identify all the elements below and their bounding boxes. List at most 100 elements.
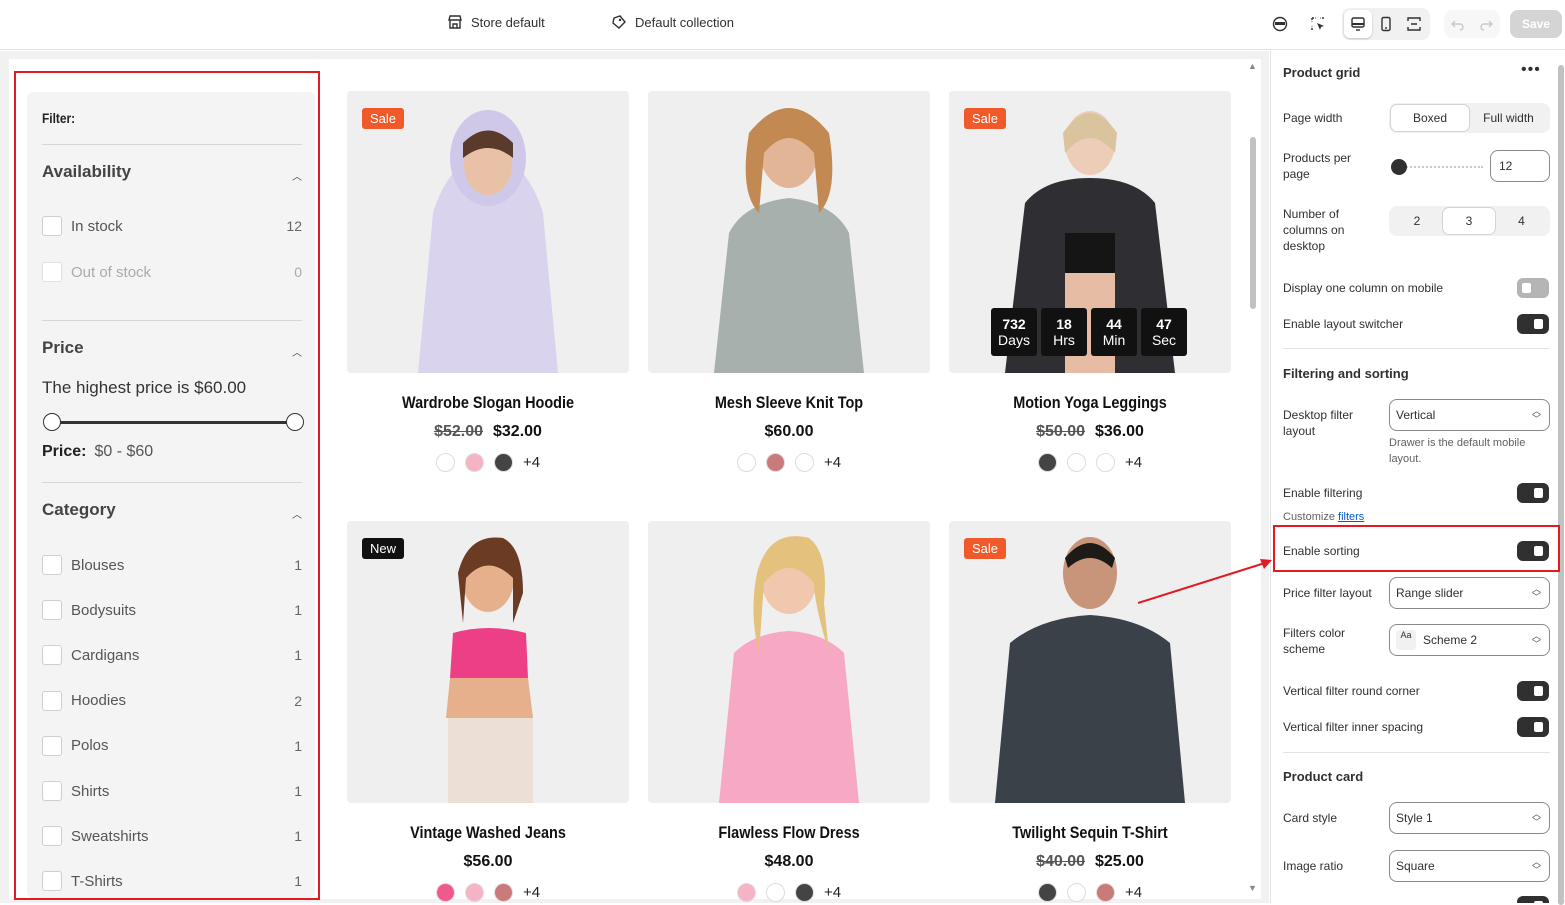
product-card[interactable]: Sale 732 Days 18 Hrs 44 Min 47 Sec Motion Yoga Le… xyxy=(949,91,1231,472)
desktop-view-button[interactable] xyxy=(1344,10,1372,38)
color-swatch[interactable] xyxy=(435,883,455,902)
more-swatches[interactable]: +4 xyxy=(824,884,841,901)
color-swatch[interactable] xyxy=(1066,883,1086,902)
checkbox[interactable] xyxy=(42,262,62,282)
more-swatches[interactable]: +4 xyxy=(523,884,540,901)
color-swatch[interactable] xyxy=(1095,883,1115,902)
template-selector[interactable]: Default collection xyxy=(611,14,734,30)
inspector-button[interactable] xyxy=(1304,10,1332,38)
products-per-page-slider[interactable] xyxy=(1389,157,1483,177)
price-slider-track[interactable] xyxy=(50,421,296,424)
settings-scrollbar[interactable] xyxy=(1557,51,1565,905)
checkbox[interactable] xyxy=(42,826,62,847)
checkbox[interactable] xyxy=(42,645,62,666)
price-slider-min-handle[interactable] xyxy=(43,413,61,431)
checkbox[interactable] xyxy=(42,690,62,711)
filter-option-in-stock[interactable]: In stock 12 xyxy=(42,215,302,237)
checkbox[interactable] xyxy=(42,735,62,756)
product-title[interactable]: Mesh Sleeve Knit Top xyxy=(669,393,909,413)
color-swatch[interactable] xyxy=(736,453,756,472)
scroll-down-arrow[interactable]: ▼ xyxy=(1248,883,1257,893)
one-column-mobile-toggle[interactable] xyxy=(1517,278,1549,298)
product-card[interactable]: Mesh Sleeve Knit Top $60.00 +4 xyxy=(648,91,930,472)
product-title[interactable]: Flawless Flow Dress xyxy=(669,823,909,843)
app-embed-button[interactable] xyxy=(1266,10,1294,38)
color-swatch[interactable] xyxy=(1037,453,1057,472)
color-swatch[interactable] xyxy=(493,883,513,902)
color-swatch[interactable] xyxy=(1066,453,1086,472)
color-swatch[interactable] xyxy=(464,453,484,472)
fullscreen-view-button[interactable] xyxy=(1400,10,1428,38)
filter-option-category[interactable]: Sweatshirts 1 xyxy=(42,825,302,847)
product-card[interactable]: Sale Wardrobe Slogan Hoodie $52.00 $32.00 +4 xyxy=(347,91,629,472)
color-swatch[interactable] xyxy=(765,883,785,902)
product-image[interactable] xyxy=(648,91,930,373)
store-selector[interactable]: Store default xyxy=(447,14,545,30)
next-setting-toggle[interactable] xyxy=(1517,896,1549,903)
color-swatch[interactable] xyxy=(794,453,814,472)
preview-scrollbar-thumb[interactable] xyxy=(1250,137,1256,309)
chevron-up-icon[interactable]: ︿ xyxy=(292,344,302,359)
mobile-view-button[interactable] xyxy=(1372,10,1400,38)
filter-option-category[interactable]: Cardigans 1 xyxy=(42,644,302,666)
color-swatch[interactable] xyxy=(1037,883,1057,902)
product-image[interactable]: New xyxy=(347,521,629,803)
product-title[interactable]: Twilight Sequin T-Shirt xyxy=(970,823,1210,843)
checkbox[interactable] xyxy=(42,555,62,575)
filter-option-category[interactable]: Hoodies 2 xyxy=(42,690,302,712)
price-filter-select[interactable]: Range slider ︿ ﹀ xyxy=(1389,577,1550,609)
round-corner-toggle[interactable] xyxy=(1517,681,1549,701)
checkbox[interactable] xyxy=(42,781,62,801)
columns-option-3[interactable]: 3 xyxy=(1443,208,1495,234)
price-slider-max-handle[interactable] xyxy=(286,413,304,431)
filters-link[interactable]: filters xyxy=(1338,511,1364,523)
color-swatch[interactable] xyxy=(736,883,756,902)
product-title[interactable]: Vintage Washed Jeans xyxy=(368,823,608,843)
checkbox[interactable] xyxy=(42,871,62,892)
more-swatches[interactable]: +4 xyxy=(523,454,540,471)
columns-option-4[interactable]: 4 xyxy=(1495,208,1548,234)
product-card[interactable]: New Vintage Washed Jeans $56.00 +4 xyxy=(347,521,629,902)
filter-option-category[interactable]: T-Shirts 1 xyxy=(42,870,302,892)
image-ratio-select[interactable]: Square ︿ ﹀ xyxy=(1389,850,1550,882)
card-style-select[interactable]: Style 1 ︿ ﹀ xyxy=(1389,802,1550,834)
product-card[interactable]: Flawless Flow Dress $48.00 +4 xyxy=(648,521,930,902)
undo-button[interactable] xyxy=(1444,10,1472,38)
category-heading[interactable]: Category xyxy=(42,500,116,520)
filter-option-out-of-stock[interactable]: Out of stock 0 xyxy=(42,261,302,283)
more-swatches[interactable]: +4 xyxy=(1125,884,1142,901)
product-title[interactable]: Wardrobe Slogan Hoodie xyxy=(368,393,608,413)
product-image[interactable]: Sale xyxy=(347,91,629,373)
more-options-icon[interactable]: ••• xyxy=(1521,61,1541,79)
inner-spacing-toggle[interactable] xyxy=(1517,717,1549,737)
more-swatches[interactable]: +4 xyxy=(824,454,841,471)
color-swatch[interactable] xyxy=(1095,453,1115,472)
checkbox[interactable] xyxy=(42,600,62,621)
layout-switcher-toggle[interactable] xyxy=(1517,314,1549,334)
page-width-full[interactable]: Full width xyxy=(1469,105,1548,131)
enable-sorting-toggle[interactable] xyxy=(1517,541,1549,561)
color-swatch[interactable] xyxy=(493,453,513,472)
product-image[interactable]: Sale 732 Days 18 Hrs 44 Min 47 Sec xyxy=(949,91,1231,373)
chevron-up-icon[interactable]: ︿ xyxy=(292,506,302,521)
product-title[interactable]: Motion Yoga Leggings xyxy=(970,393,1210,413)
filter-option-category[interactable]: Bodysuits 1 xyxy=(42,599,302,621)
color-swatch[interactable] xyxy=(464,883,484,902)
color-swatch[interactable] xyxy=(794,883,814,902)
redo-button[interactable] xyxy=(1472,10,1500,38)
page-width-boxed[interactable]: Boxed xyxy=(1391,105,1469,131)
filter-option-category[interactable]: Shirts 1 xyxy=(42,780,302,802)
product-image[interactable] xyxy=(648,521,930,803)
checkbox[interactable] xyxy=(42,216,62,236)
chevron-up-icon[interactable]: ︿ xyxy=(292,168,302,183)
products-per-page-input[interactable]: 12 xyxy=(1490,150,1550,182)
filters-color-select[interactable]: Aa Scheme 2 ︿ ﹀ xyxy=(1389,624,1550,656)
color-swatch[interactable] xyxy=(435,453,455,472)
columns-option-2[interactable]: 2 xyxy=(1391,208,1443,234)
scroll-up-arrow[interactable]: ▲ xyxy=(1248,61,1257,71)
desktop-filter-select[interactable]: Vertical ︿ ﹀ xyxy=(1389,399,1550,431)
filter-option-category[interactable]: Blouses 1 xyxy=(42,554,302,576)
more-swatches[interactable]: +4 xyxy=(1125,454,1142,471)
save-button[interactable]: Save xyxy=(1510,10,1562,38)
enable-filtering-toggle[interactable] xyxy=(1517,483,1549,503)
